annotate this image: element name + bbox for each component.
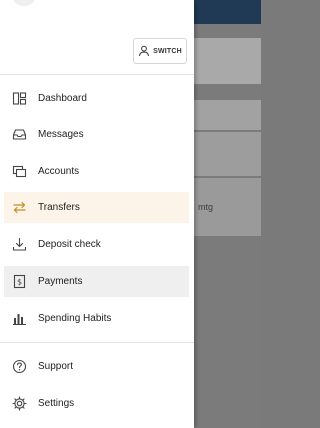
menu-item-messages[interactable]: Messages [4,119,189,150]
menu-item-label: Transfers [38,202,80,213]
accounts-icon [12,165,27,178]
menu-item-label: Deposit check [38,239,101,250]
download-tray-icon [12,237,27,251]
menu-item-payments[interactable]: $ Payments [4,266,189,297]
menu-item-support[interactable]: Support [4,351,189,382]
menu-item-dashboard[interactable]: Dashboard [4,83,189,114]
menu-item-transfers[interactable]: Transfers [4,192,189,223]
dashboard-icon [12,92,27,105]
menu-item-deposit-check[interactable]: Deposit check [4,229,189,260]
background-partial-text: mtg [198,202,214,212]
menu-item-label: Settings [38,398,75,409]
help-circle-icon [12,359,27,374]
menu-item-label: Accounts [38,166,80,177]
navigation-drawer: SWITCH Dashboard Messages Accounts Trans… [0,0,194,428]
menu-item-label: Payments [38,276,83,287]
user-icon [139,45,150,57]
switch-user-button[interactable]: SWITCH [133,38,187,64]
menu-item-label: Spending Habits [38,313,112,324]
switch-button-label: SWITCH [153,47,182,55]
menu-item-spending-habits[interactable]: Spending Habits [4,303,189,334]
menu-item-settings[interactable]: Settings [4,388,189,419]
inbox-icon [12,129,27,140]
dollar-document-icon: $ [13,274,26,289]
bar-chart-icon [13,314,26,325]
menu-item-label: Support [38,361,74,372]
menu-item-label: Messages [38,129,84,140]
avatar [12,0,36,6]
divider [0,74,194,75]
transfer-arrows-icon [13,201,26,214]
divider [0,342,194,343]
svg-text:$: $ [17,278,22,287]
menu-item-label: Dashboard [38,93,87,104]
gear-icon [12,396,27,411]
menu-item-accounts[interactable]: Accounts [4,156,189,187]
